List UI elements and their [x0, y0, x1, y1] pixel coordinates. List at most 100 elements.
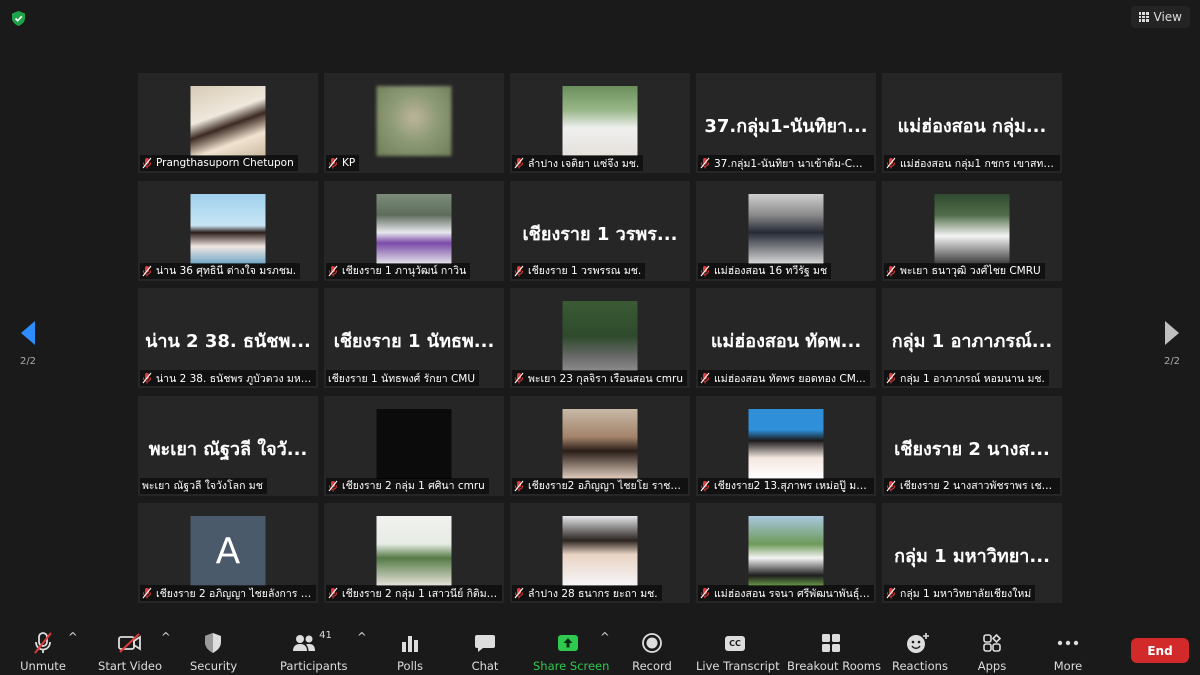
- participant-tile[interactable]: ลำปาง เจติยา แซ่จึง มช.: [510, 73, 690, 173]
- apps-label: Apps: [977, 659, 1007, 673]
- participant-tile[interactable]: เชียงราย 2 กลุ่ม 1 เสาวนีย์ กิติมา ...: [324, 503, 504, 603]
- share-screen-icon: [533, 630, 603, 656]
- participant-tile[interactable]: A เชียงราย 2 อภิญญา ไชยลังการ มช: [138, 503, 318, 603]
- meeting-toolbar: Unmute ^ Start Video ^ Security 41 Parti…: [0, 626, 1200, 675]
- microphone-muted-icon: [700, 480, 710, 492]
- previous-page-button[interactable]: 2/2: [14, 320, 42, 367]
- participant-name-label: เชียงราย2 13.สุภาพร เหม่อปู๊ มหา...: [698, 477, 874, 494]
- participant-video: [562, 516, 638, 586]
- participant-tile[interactable]: กลุ่ม 1 อาภาภรณ์... กลุ่ม 1 อาภาภรณ์ หอมน…: [882, 288, 1062, 388]
- microphone-muted-icon: [700, 372, 710, 384]
- participants-button[interactable]: 41 Participants: [280, 630, 348, 673]
- reactions-label: Reactions: [892, 659, 948, 673]
- participant-tile[interactable]: แม่ฮ่องสอน ทัดพ... แม่ฮ่องสอน ทัตพร ยอดทอ…: [696, 288, 876, 388]
- security-shield-icon: [190, 630, 236, 656]
- participant-tile[interactable]: เชียงราย2 อภิญญา ไชยโย ราชภั...: [510, 395, 690, 496]
- participant-name-label: เชียงราย 2 กลุ่ม 1 เสาวนีย์ กิติมา ...: [326, 585, 502, 601]
- participant-name: เชียงราย2 อภิญญา ไชยโย ราชภั...: [528, 480, 684, 492]
- participant-tile[interactable]: กลุ่ม 1 มหาวิทยา... กลุ่ม 1 มหาวิทยาลัยเช…: [882, 503, 1062, 603]
- participant-name-label: พะเยา 23 กุลจิรา เรือนสอน cmru: [512, 370, 687, 386]
- view-label: View: [1153, 10, 1182, 24]
- live-transcript-button[interactable]: CC Live Transcript: [696, 630, 780, 673]
- participant-tile[interactable]: KP: [324, 73, 504, 173]
- more-label: More: [1053, 659, 1083, 673]
- participant-display-name: เชียงราย 2 นางส...: [894, 438, 1050, 460]
- participant-name-label: แม่ฮ่องสอน ทัตพร ยอดทอง CM...: [698, 370, 870, 386]
- video-off-icon: [98, 630, 162, 656]
- participant-tile[interactable]: น่าน 36 ศุทธินี ต่างใจ มรภชม.: [138, 180, 318, 281]
- start-video-button[interactable]: Start Video: [98, 630, 162, 673]
- participant-name-label: ลำปาง เจติยา แซ่จึง มช.: [512, 155, 644, 171]
- polls-button[interactable]: Polls: [390, 630, 430, 673]
- participant-name: น่าน 36 ศุทธินี ต่างใจ มรภชม.: [156, 265, 297, 277]
- participants-options-caret-icon[interactable]: ^: [357, 630, 367, 644]
- chat-bubble-icon: [465, 630, 505, 656]
- view-button[interactable]: View: [1130, 6, 1190, 28]
- record-button[interactable]: Record: [630, 630, 674, 673]
- participant-tile[interactable]: แม่ฮ่องสอน รจนา ศรีพัฒนาพันธุ์เ...: [696, 503, 876, 603]
- participant-tile[interactable]: แม่ฮ่องสอน 16 ทวีรัฐ มช: [696, 180, 876, 281]
- breakout-rooms-button[interactable]: Breakout Rooms: [787, 630, 881, 673]
- participant-video: [748, 193, 824, 264]
- microphone-muted-icon: [886, 587, 896, 599]
- encryption-shield-icon[interactable]: [10, 10, 27, 27]
- participant-tile[interactable]: ลำปาง 28 ธนากร ยะถา มช.: [510, 503, 690, 603]
- end-meeting-button[interactable]: End: [1131, 638, 1189, 663]
- next-page-button[interactable]: 2/2: [1158, 320, 1186, 367]
- participant-name-label: พะเยา ณัฐวลี ใจวังโลก มช: [140, 477, 267, 494]
- polls-icon: [390, 630, 430, 656]
- participant-name: เชียงราย 1 นัทธพงศ์ รักยา CMU: [328, 372, 476, 385]
- participant-tile[interactable]: เชียงราย 2 นางส... เชียงราย 2 นางสาวพัชรา…: [882, 395, 1062, 496]
- microphone-muted-icon: [20, 630, 66, 656]
- participant-name: พะเยา ณัฐวลี ใจวังโลก มช: [142, 480, 263, 492]
- participant-video: [190, 193, 266, 264]
- participant-tile[interactable]: 37.กลุ่ม1-นันทิยา... 37.กลุ่ม1-นันทิยา นา…: [696, 73, 876, 173]
- participant-video: [562, 408, 638, 479]
- participant-name-label: แม่ฮ่องสอน กลุ่ม1 กชกร เขาสทไห...: [884, 155, 1060, 171]
- video-options-caret-icon[interactable]: ^: [161, 630, 171, 644]
- participant-name: แม่ฮ่องสอน กลุ่ม1 กชกร เขาสทไห...: [900, 157, 1056, 170]
- participant-name-label: เชียงราย 2 อภิญญา ไชยลังการ มช: [140, 585, 316, 601]
- reactions-button[interactable]: Reactions: [892, 630, 948, 673]
- share-options-caret-icon[interactable]: ^: [600, 630, 610, 644]
- audio-options-caret-icon[interactable]: ^: [68, 630, 78, 644]
- participant-name: เชียงราย 1 ภานุวัฒน์ กาวิน: [342, 265, 467, 277]
- participant-tile[interactable]: พะเยา 23 กุลจิรา เรือนสอน cmru: [510, 288, 690, 388]
- apps-icon: [974, 630, 1010, 656]
- participant-tile[interactable]: เชียงราย 1 นัทธพ... เชียงราย 1 นัทธพงศ์ ร…: [324, 288, 504, 388]
- participant-tile[interactable]: เชียงราย2 13.สุภาพร เหม่อปู๊ มหา...: [696, 395, 876, 496]
- share-screen-label: Share Screen: [533, 659, 610, 673]
- participant-name-label: แม่ฮ่องสอน 16 ทวีรัฐ มช: [698, 262, 832, 279]
- participant-tile[interactable]: เชียงราย 1 ภานุวัฒน์ กาวิน: [324, 180, 504, 281]
- unmute-button[interactable]: Unmute: [20, 630, 66, 673]
- participant-video: [748, 408, 824, 479]
- participant-name-label: เชียงราย 2 กลุ่ม 1 ศศินา cmru: [326, 477, 489, 494]
- participant-tile[interactable]: Prangthasuporn Chetupon: [138, 73, 318, 173]
- security-button[interactable]: Security: [190, 630, 237, 673]
- participant-tile[interactable]: พะเยา ธนาวุฒิ วงศ์ไชย CMRU: [882, 180, 1062, 281]
- live-transcript-label: Live Transcript: [696, 659, 780, 673]
- grid-view-icon: [1138, 12, 1149, 22]
- participant-name: พะเยา 23 กุลจิรา เรือนสอน cmru: [528, 372, 683, 385]
- polls-label: Polls: [397, 659, 423, 673]
- participant-video: [562, 86, 638, 156]
- share-screen-button[interactable]: Share Screen: [533, 630, 610, 673]
- participant-name: 37.กลุ่ม1-นันทิยา นาเข้าต้ม-CM...: [714, 157, 870, 170]
- more-button[interactable]: More: [1048, 630, 1088, 673]
- unmute-label: Unmute: [20, 659, 66, 673]
- microphone-muted-icon: [700, 265, 710, 277]
- participant-display-name: กลุ่ม 1 มหาวิทยา...: [894, 546, 1050, 567]
- cc-badge: CC: [725, 635, 745, 651]
- participant-video: [376, 408, 452, 479]
- participant-tile[interactable]: เชียงราย 1 วรพร... เชียงราย 1 วรพรรณ มช.: [510, 180, 690, 281]
- record-icon: [630, 630, 674, 656]
- participant-tile[interactable]: พะเยา ณัฐวลี ใจวั... พะเยา ณัฐวลี ใจวังโล…: [138, 395, 318, 496]
- apps-button[interactable]: Apps: [974, 630, 1010, 673]
- breakout-rooms-label: Breakout Rooms: [787, 659, 881, 673]
- participant-tile[interactable]: แม่ฮ่องสอน กลุ่ม... แม่ฮ่องสอน กลุ่ม1 กชก…: [882, 73, 1062, 173]
- participant-tile[interactable]: เชียงราย 2 กลุ่ม 1 ศศินา cmru: [324, 395, 504, 496]
- gallery-grid: Prangthasuporn Chetupon KP ลำปาง เจติยา แซ…: [138, 73, 1062, 603]
- chat-button[interactable]: Chat: [465, 630, 505, 673]
- participant-video: [376, 193, 452, 264]
- participant-tile[interactable]: น่าน 2 38. ธนัชพ... น่าน 2 38. ธนัชพร ภูบ…: [138, 288, 318, 388]
